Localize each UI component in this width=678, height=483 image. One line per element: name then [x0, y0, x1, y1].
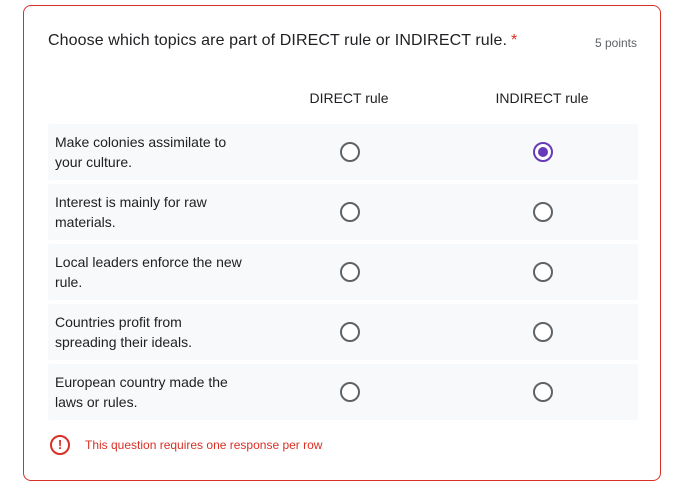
row-label: Countries profit from spreading their id… [55, 314, 192, 350]
grid-row: Make colonies assimilate to your culture… [48, 124, 638, 180]
question-title-text: Choose which topics are part of DIRECT r… [48, 32, 508, 49]
radio-direct[interactable] [340, 382, 360, 402]
radio-indirect[interactable] [533, 382, 553, 402]
radio-indirect[interactable] [533, 322, 553, 342]
grid-row: Countries profit from spreading their id… [48, 304, 638, 360]
question-title: Choose which topics are part of DIRECT r… [48, 32, 517, 50]
question-card: Choose which topics are part of DIRECT r… [23, 5, 661, 481]
radio-direct[interactable] [340, 262, 360, 282]
column-header-direct: DIRECT rule [309, 90, 389, 106]
row-label: Make colonies assimilate to your culture… [55, 134, 227, 170]
grid-row: Local leaders enforce the new rule. [48, 244, 638, 300]
grid-row: Interest is mainly for raw materials. [48, 184, 638, 240]
error-message: This question requires one response per … [85, 438, 323, 452]
required-asterisk: * [511, 32, 518, 49]
row-label: European country made the laws or rules. [55, 374, 228, 410]
radio-indirect[interactable] [533, 142, 553, 162]
radio-indirect[interactable] [533, 262, 553, 282]
points-label: 5 points [594, 36, 637, 50]
radio-direct[interactable] [340, 322, 360, 342]
radio-indirect[interactable] [533, 202, 553, 222]
grid-row: European country made the laws or rules. [48, 364, 638, 420]
column-header-indirect: INDIRECT rule [495, 90, 589, 106]
row-label: Local leaders enforce the new rule. [55, 254, 242, 290]
radio-direct[interactable] [340, 202, 360, 222]
error-icon: ! [50, 435, 70, 455]
radio-direct[interactable] [340, 142, 360, 162]
row-label: Interest is mainly for raw materials. [55, 194, 207, 230]
